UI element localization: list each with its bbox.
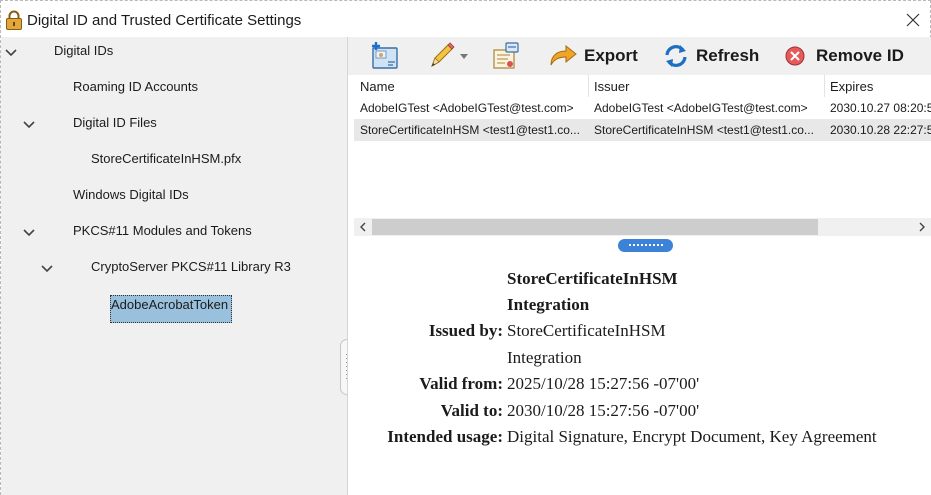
column-header-name[interactable]: Name (360, 79, 395, 94)
cell-expires: 2030.10.28 22:27:5 (830, 123, 931, 137)
close-icon (906, 13, 920, 27)
issued-by-label: Issued by: (428, 321, 503, 340)
details-pane: Export Refresh Remove ID Name Issuer Exp… (348, 37, 931, 495)
table-row[interactable]: StoreCertificateInHSM <test1@test1.co...… (354, 119, 931, 141)
intended-usage-value: Digital Signature, Encrypt Document, Key… (507, 427, 877, 446)
table-header: Name Issuer Expires (354, 75, 931, 97)
lock-icon (6, 10, 22, 30)
cell-expires: 2030.10.27 08:20:5 (830, 101, 931, 115)
tree-item-store-file[interactable]: StoreCertificateInHSM.pfx (1, 145, 341, 175)
chevron-down-icon[interactable] (22, 117, 36, 131)
cell-name: StoreCertificateInHSM <test1@test1.co... (360, 123, 580, 137)
pencil-icon (431, 42, 455, 68)
column-header-expires[interactable]: Expires (830, 79, 873, 94)
remove-id-button[interactable]: Remove ID (784, 40, 904, 72)
column-separator[interactable] (824, 75, 825, 97)
valid-to-label: Valid to: (440, 401, 503, 420)
horizontal-scrollbar[interactable] (354, 218, 931, 236)
tree-item-acrobat-token[interactable]: AdobeAcrobatToken (1, 295, 341, 325)
edit-button[interactable] (426, 40, 468, 72)
certificate-name-line2: Integration (507, 295, 590, 314)
tree-item-pkcs11-modules[interactable]: PKCS#11 Modules and Tokens (1, 217, 341, 247)
refresh-icon (665, 45, 687, 67)
export-arrow-icon (550, 44, 577, 66)
tree-label-digital-ids[interactable]: Digital IDs (54, 43, 113, 58)
tree-item-digital-id-files[interactable]: Digital ID Files (1, 109, 341, 139)
tree-label-cryptoserver-library[interactable]: CryptoServer PKCS#11 Library R3 (91, 259, 291, 274)
tree-item-roaming-id-accounts[interactable]: Roaming ID Accounts (1, 73, 341, 103)
scrollbar-thumb[interactable] (372, 219, 818, 235)
remove-id-label: Remove ID (816, 46, 904, 65)
column-separator[interactable] (588, 75, 589, 97)
tree-label-pkcs11-modules[interactable]: PKCS#11 Modules and Tokens (73, 223, 252, 238)
scroll-left-icon[interactable] (357, 221, 369, 233)
add-id-button[interactable] (368, 40, 402, 72)
chevron-down-icon[interactable] (460, 53, 468, 59)
add-id-icon (372, 42, 398, 69)
tree-label-store-file[interactable]: StoreCertificateInHSM.pfx (91, 151, 241, 166)
tree-item-windows-digital-ids[interactable]: Windows Digital IDs (1, 181, 341, 211)
issued-by-line1: StoreCertificateInHSM (507, 321, 666, 340)
tree-label-digital-id-files[interactable]: Digital ID Files (73, 115, 157, 130)
certificate-details: StoreCertificateInHSM Integration Issued… (348, 261, 931, 491)
export-label: Export (584, 46, 638, 65)
vertical-resize-handle[interactable] (618, 239, 673, 252)
title-bar: Digital ID and Trusted Certificate Setti… (1, 1, 930, 37)
certificate-name-line1: StoreCertificateInHSM (507, 269, 678, 288)
tree-item-cryptoserver-library[interactable]: CryptoServer PKCS#11 Library R3 (1, 253, 341, 283)
certificate-icon (493, 42, 519, 69)
settings-window: Digital ID and Trusted Certificate Setti… (0, 0, 931, 495)
refresh-button[interactable]: Refresh (662, 40, 759, 72)
certificate-details-button[interactable] (490, 40, 522, 72)
tree-label-windows-digital-ids[interactable]: Windows Digital IDs (73, 187, 189, 202)
valid-from-value: 2025/10/28 15:27:56 -07'00' (507, 374, 700, 393)
remove-icon (785, 46, 805, 66)
tree-pane: Digital IDs Roaming ID Accounts Digital … (1, 37, 354, 495)
chevron-down-icon[interactable] (40, 261, 54, 275)
chevron-down-icon[interactable] (22, 225, 36, 239)
cell-name: AdobeIGTest <AdobeIGTest@test.com> (360, 101, 574, 115)
scroll-right-icon[interactable] (916, 221, 928, 233)
intended-usage-label: Intended usage: (387, 427, 503, 446)
close-button[interactable] (899, 7, 927, 33)
column-header-issuer[interactable]: Issuer (594, 79, 629, 94)
tree-item-digital-ids[interactable]: Digital IDs (1, 37, 341, 67)
export-button[interactable]: Export (548, 40, 638, 72)
valid-to-value: 2030/10/28 15:27:56 -07'00' (507, 401, 700, 420)
cell-issuer: StoreCertificateInHSM <test1@test1.co... (594, 123, 814, 137)
tree-label-roaming-id-accounts[interactable]: Roaming ID Accounts (73, 79, 198, 94)
window-title: Digital ID and Trusted Certificate Setti… (27, 12, 302, 29)
cell-issuer: AdobeIGTest <AdobeIGTest@test.com> (594, 101, 808, 115)
chevron-down-icon[interactable] (4, 45, 18, 59)
toolbar: Export Refresh Remove ID (348, 37, 931, 75)
issued-by-line2: Integration (507, 348, 582, 367)
valid-from-label: Valid from: (419, 374, 503, 393)
refresh-label: Refresh (696, 46, 760, 65)
tree-label-acrobat-token[interactable]: AdobeAcrobatToken (110, 295, 233, 323)
table-row[interactable]: AdobeIGTest <AdobeIGTest@test.com> Adobe… (354, 97, 931, 119)
